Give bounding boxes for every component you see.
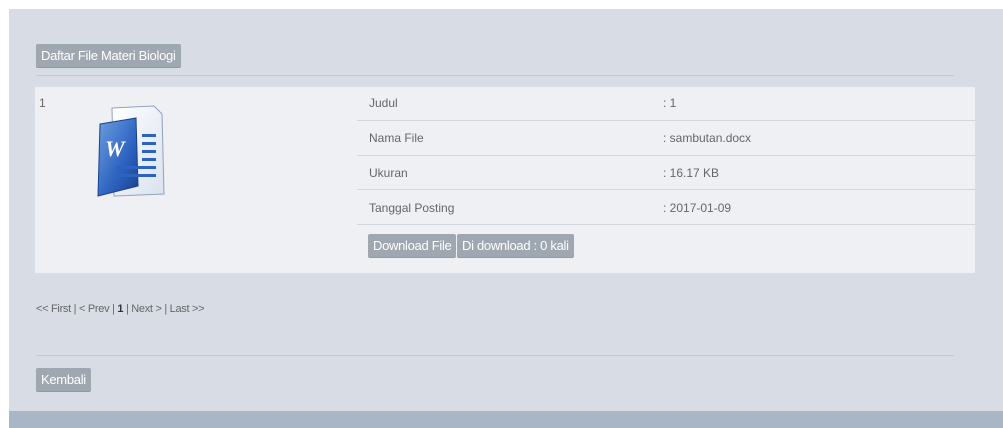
row-value-tanggal: : 2017-01-09 — [663, 201, 732, 215]
title-divider — [36, 75, 954, 76]
row-divider — [357, 155, 975, 156]
row-label-nama-file: Nama File — [369, 131, 424, 145]
download-count-badge: Di download : 0 kali — [457, 234, 574, 258]
row-value-ukuran: : 16.17 KB — [663, 166, 720, 180]
download-file-button[interactable]: Download File — [368, 234, 457, 258]
footer-divider — [36, 355, 954, 356]
pagination-first-link[interactable]: << First — [36, 303, 71, 315]
back-button[interactable]: Kembali — [36, 368, 91, 392]
word-document-icon: W — [97, 105, 165, 197]
row-value-nama-file: : sambutan.docx — [663, 131, 752, 145]
file-index: 1 — [39, 96, 46, 110]
pagination: << First | < Prev | 1 | Next > | Last >> — [36, 303, 205, 315]
pagination-separator: | — [161, 303, 170, 315]
row-value-judul: : 1 — [663, 96, 677, 110]
pagination-next-link[interactable]: Next > — [131, 303, 162, 315]
row-divider — [357, 189, 975, 190]
section-title-badge: Daftar File Materi Biologi — [36, 44, 181, 68]
row-label-ukuran: Ukuran — [369, 166, 408, 180]
row-label-judul: Judul — [369, 96, 398, 110]
footer-bar — [9, 411, 1003, 428]
svg-text:W: W — [105, 136, 126, 161]
row-label-tanggal: Tanggal Posting — [369, 201, 455, 215]
pagination-last-link[interactable]: Last >> — [170, 303, 205, 315]
row-divider — [357, 120, 975, 121]
pagination-separator: | — [70, 303, 79, 315]
row-divider — [357, 224, 975, 225]
pagination-prev-link[interactable]: < Prev — [79, 303, 110, 315]
